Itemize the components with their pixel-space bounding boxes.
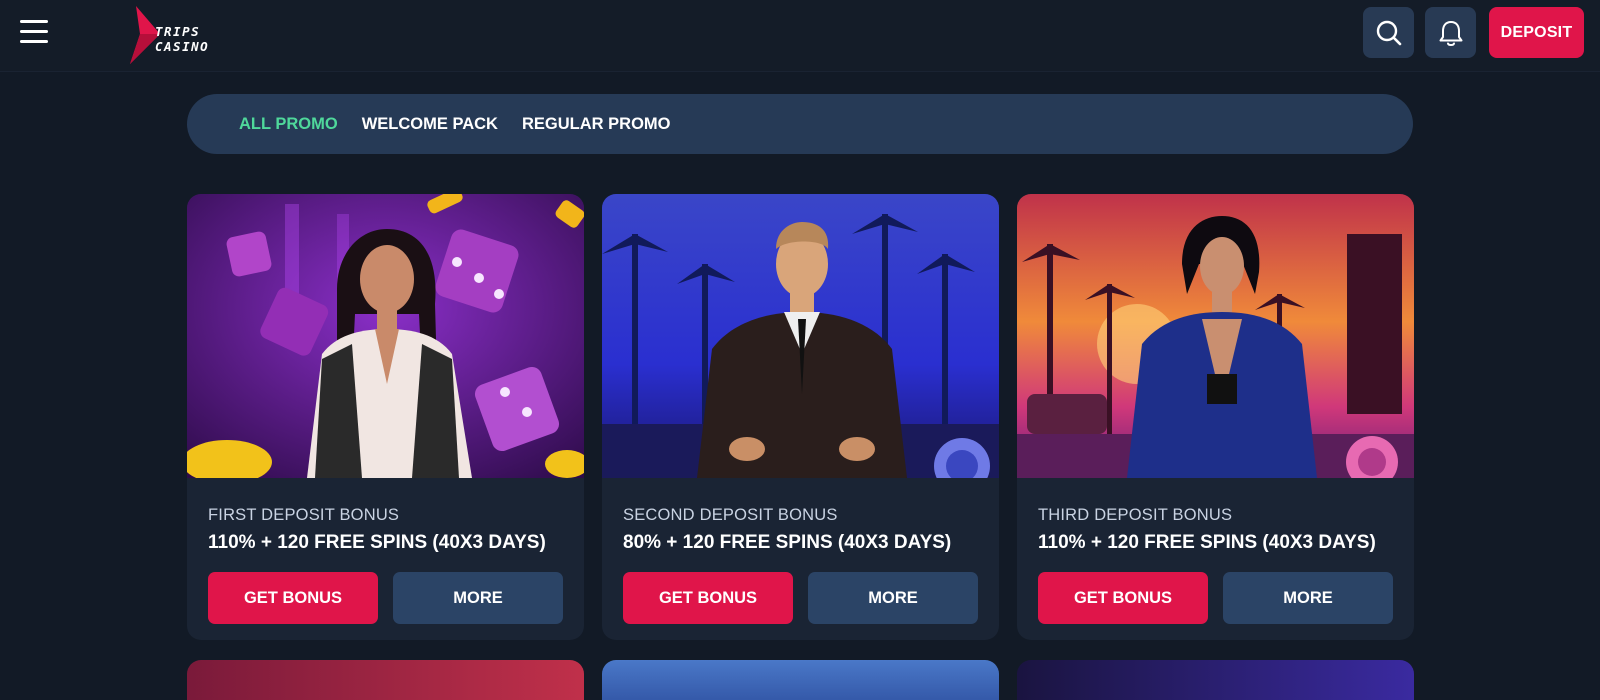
- promo-card-subtitle: SECOND DEPOSIT BONUS: [623, 506, 838, 524]
- filter-tab-all-promo[interactable]: ALL PROMO: [239, 115, 338, 134]
- hamburger-menu-icon[interactable]: [20, 20, 50, 46]
- logo[interactable]: TRIPS CASINO: [126, 4, 246, 64]
- promo-card-peek[interactable]: [1017, 660, 1414, 700]
- promo-card-image: [602, 194, 999, 478]
- promo-card: FIRST DEPOSIT BONUS 110% + 120 FREE SPIN…: [187, 194, 584, 640]
- more-button[interactable]: MORE: [1223, 572, 1393, 624]
- get-bonus-button[interactable]: GET BONUS: [1038, 572, 1208, 624]
- promo-card-subtitle: THIRD DEPOSIT BONUS: [1038, 506, 1233, 524]
- promo-card-title: 110% + 120 FREE SPINS (40X3 DAYS): [208, 532, 546, 553]
- filter-tab-welcome-pack[interactable]: WELCOME PACK: [362, 115, 498, 134]
- promo-card-subtitle: FIRST DEPOSIT BONUS: [208, 506, 400, 524]
- notifications-button[interactable]: [1425, 7, 1476, 58]
- filter-tab-regular-promo[interactable]: REGULAR PROMO: [522, 115, 671, 134]
- promo-card: SECOND DEPOSIT BONUS 80% + 120 FREE SPIN…: [602, 194, 999, 640]
- promo-card: THIRD DEPOSIT BONUS 110% + 120 FREE SPIN…: [1017, 194, 1414, 640]
- more-button[interactable]: MORE: [393, 572, 563, 624]
- get-bonus-button[interactable]: GET BONUS: [208, 572, 378, 624]
- promo-card-peek[interactable]: [602, 660, 999, 700]
- logo-text-trips: TRIPS: [155, 24, 201, 39]
- promo-card-image: [187, 194, 584, 478]
- promo-card-title: 80% + 120 FREE SPINS (40X3 DAYS): [623, 532, 952, 553]
- search-button[interactable]: [1363, 7, 1414, 58]
- deposit-button[interactable]: DEPOSIT: [1489, 7, 1584, 58]
- promo-card-image: [1017, 194, 1414, 478]
- top-bar: TRIPS CASINO DEPOSIT: [0, 0, 1600, 72]
- more-button[interactable]: MORE: [808, 572, 978, 624]
- bell-icon: [1439, 20, 1462, 46]
- promo-card-title: 110% + 120 FREE SPINS (40X3 DAYS): [1038, 532, 1376, 553]
- promo-filter-bar: ALL PROMO WELCOME PACK REGULAR PROMO: [187, 94, 1413, 154]
- search-icon: [1376, 20, 1401, 45]
- promo-card-peek[interactable]: [187, 660, 584, 700]
- logo-text-casino: CASINO: [155, 39, 210, 54]
- get-bonus-button[interactable]: GET BONUS: [623, 572, 793, 624]
